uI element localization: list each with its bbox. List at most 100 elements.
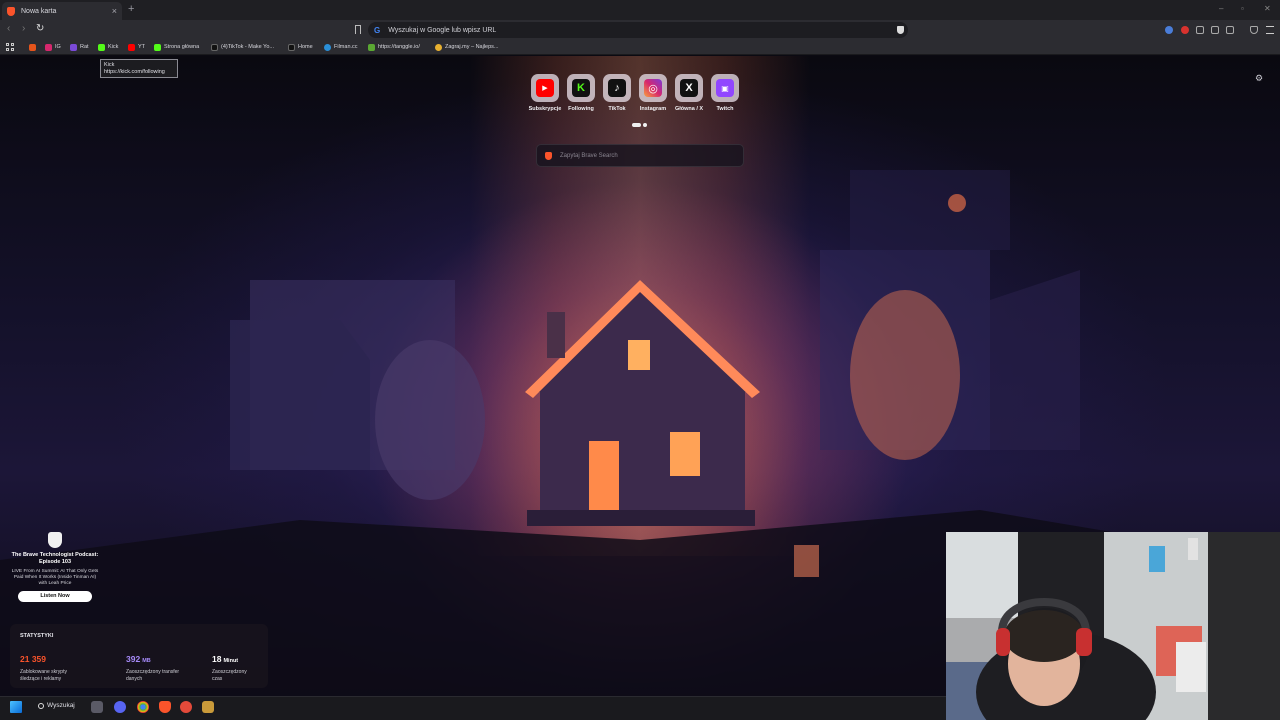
bookmark-zagraj[interactable]: Zagraj.my – Najleps... bbox=[435, 42, 499, 52]
app-taskbar-icon[interactable] bbox=[180, 701, 192, 713]
zagraj-icon bbox=[435, 43, 442, 51]
stats-heading: STATYSTYKI bbox=[20, 633, 54, 639]
top-site-following[interactable]: K Following bbox=[567, 74, 595, 112]
google-icon: G bbox=[374, 25, 381, 35]
wallet-icon[interactable] bbox=[1250, 26, 1258, 34]
record-extension-icon[interactable] bbox=[1181, 26, 1189, 34]
fire-icon bbox=[29, 43, 36, 51]
podcast-card: The Brave Technologist Podcast: Episode … bbox=[10, 532, 100, 602]
brave-icon bbox=[545, 151, 552, 160]
stat-value: 18 bbox=[212, 654, 222, 664]
tab-new-tab[interactable]: Nowa karta × bbox=[2, 2, 122, 20]
stat-time: 18 Minut Zaoszczędzony czas bbox=[212, 649, 258, 683]
top-site-x[interactable]: X Główna / X bbox=[675, 74, 703, 112]
instagram-icon: ◎ bbox=[644, 79, 662, 97]
search-placeholder: Zapytaj Brave Search bbox=[560, 152, 618, 159]
tooltip-url: https://kick.com/following bbox=[104, 69, 165, 75]
top-site-twitch[interactable]: ▣ Twitch bbox=[711, 74, 739, 112]
screen: Nowa karta × + – ▫ ✕ ‹ › ↻ G Wyszukaj w … bbox=[0, 0, 1280, 720]
reload-button[interactable]: ↻ bbox=[36, 23, 44, 34]
chrome-icon[interactable] bbox=[137, 701, 149, 713]
brave-search-box[interactable]: Zapytaj Brave Search bbox=[536, 144, 744, 167]
minimize-icon[interactable]: – bbox=[1219, 4, 1223, 13]
bookmark-tooltip: Kick https://kick.com/following bbox=[100, 59, 178, 78]
tooltip-title: Kick bbox=[104, 62, 115, 68]
tab-title: Nowa karta bbox=[21, 7, 57, 15]
maximize-icon[interactable]: ▫ bbox=[1241, 4, 1244, 13]
stat-label: Zablokowane skrypty śledzące i reklamy bbox=[20, 669, 67, 682]
bookmark-yt[interactable]: YT bbox=[128, 42, 145, 52]
windows-start-icon[interactable] bbox=[10, 701, 22, 713]
bookmark-fire[interactable] bbox=[29, 42, 39, 52]
close-tab-icon[interactable]: × bbox=[112, 6, 117, 16]
twitch-icon: ▣ bbox=[716, 79, 734, 97]
menu-icon[interactable] bbox=[1266, 26, 1274, 34]
shield-icon[interactable] bbox=[897, 26, 904, 34]
x-icon: X bbox=[680, 79, 698, 97]
pager-dot-active[interactable] bbox=[632, 123, 641, 127]
brave-logo-icon bbox=[48, 532, 62, 548]
bookmark-filman[interactable]: Filman.cc bbox=[324, 42, 358, 52]
bookmark-rat[interactable]: Rat bbox=[70, 42, 89, 52]
bookmark-tanggle[interactable]: https://tanggle.io/ bbox=[368, 42, 420, 52]
podcast-description: LIVE From AI Summit: AI That Only Gets P… bbox=[11, 569, 99, 586]
close-window-icon[interactable]: ✕ bbox=[1264, 4, 1271, 13]
address-bar[interactable]: G Wyszukaj w Google lub wpisz URL bbox=[368, 22, 908, 38]
stat-unit: MB bbox=[142, 658, 151, 664]
listen-now-button[interactable]: Listen Now bbox=[18, 591, 92, 602]
top-site-subskrypcje[interactable]: ▶ Subskrypcje bbox=[529, 74, 561, 112]
tiktok-icon: ♪ bbox=[608, 79, 626, 97]
webcam-feed bbox=[946, 532, 1280, 720]
bookmark-tiktok[interactable]: (4)TikTok - Make Yo... bbox=[211, 42, 274, 52]
league-taskbar-icon[interactable] bbox=[202, 701, 214, 713]
taskbar-search[interactable]: Wyszukaj bbox=[38, 702, 75, 709]
bookmark-icon[interactable] bbox=[355, 25, 361, 34]
puzzle-piece-icon bbox=[368, 43, 375, 51]
stat-bandwidth: 392 MB Zaoszczędzony transfer danych bbox=[126, 649, 188, 683]
kick-icon bbox=[154, 43, 161, 51]
top-sites-pager[interactable] bbox=[632, 123, 647, 127]
twitch-icon bbox=[70, 43, 77, 51]
stat-trackers: 21 359 Zablokowane skrypty śledzące i re… bbox=[20, 649, 82, 683]
podcast-title: The Brave Technologist Podcast: Episode … bbox=[11, 552, 99, 565]
apps-grid-icon[interactable] bbox=[6, 43, 14, 51]
filman-icon bbox=[324, 43, 331, 51]
new-tab-button[interactable]: + bbox=[128, 3, 134, 15]
kick-icon: K bbox=[572, 79, 590, 97]
x-icon bbox=[288, 43, 295, 51]
kick-icon bbox=[98, 43, 105, 51]
bookmark-strona-glowna[interactable]: Strona główna bbox=[154, 42, 199, 52]
top-sites: ▶ Subskrypcje K Following ♪ TikTok ◎ Ins… bbox=[529, 74, 739, 112]
stat-label: Zaoszczędzony czas bbox=[212, 669, 247, 682]
tiktok-icon bbox=[211, 43, 218, 51]
brave-taskbar-icon[interactable] bbox=[159, 701, 171, 713]
youtube-icon bbox=[128, 43, 135, 51]
extension-icon[interactable] bbox=[1196, 26, 1204, 34]
task-view-icon[interactable] bbox=[91, 701, 103, 713]
pager-dot[interactable] bbox=[643, 123, 647, 127]
search-icon bbox=[38, 702, 44, 709]
puzzle-icon[interactable] bbox=[1211, 26, 1219, 34]
sidebar-icon[interactable] bbox=[1226, 26, 1234, 34]
gear-icon[interactable]: ⚙ bbox=[1255, 73, 1263, 84]
stat-unit: Minut bbox=[223, 658, 239, 664]
brave-icon bbox=[7, 6, 15, 16]
back-button[interactable]: ‹ bbox=[7, 23, 10, 34]
youtube-icon: ▶ bbox=[536, 79, 554, 97]
top-site-tiktok[interactable]: ♪ TikTok bbox=[603, 74, 631, 112]
discord-icon[interactable] bbox=[114, 701, 126, 713]
instagram-icon bbox=[45, 43, 52, 51]
bookmark-kick[interactable]: Kick bbox=[98, 42, 118, 52]
bookmark-ig[interactable]: IG bbox=[45, 42, 61, 52]
stats-widget: STATYSTYKI 21 359 Zablokowane skrypty śl… bbox=[10, 624, 268, 688]
bookmark-home[interactable]: Home bbox=[288, 42, 313, 52]
stat-value: 21 359 bbox=[20, 654, 46, 664]
forward-button[interactable]: › bbox=[22, 23, 25, 34]
stat-label: Zaoszczędzony transfer danych bbox=[126, 669, 180, 682]
taskbar-search-label: Wyszukaj bbox=[47, 702, 75, 709]
tab-strip: Nowa karta × + – ▫ ✕ bbox=[0, 0, 1280, 20]
audio-extension-icon[interactable] bbox=[1165, 26, 1173, 34]
address-bar-text: Wyszukaj w Google lub wpisz URL bbox=[388, 26, 497, 34]
webcam-overlay bbox=[946, 532, 1280, 720]
top-site-instagram[interactable]: ◎ Instagram bbox=[639, 74, 667, 112]
